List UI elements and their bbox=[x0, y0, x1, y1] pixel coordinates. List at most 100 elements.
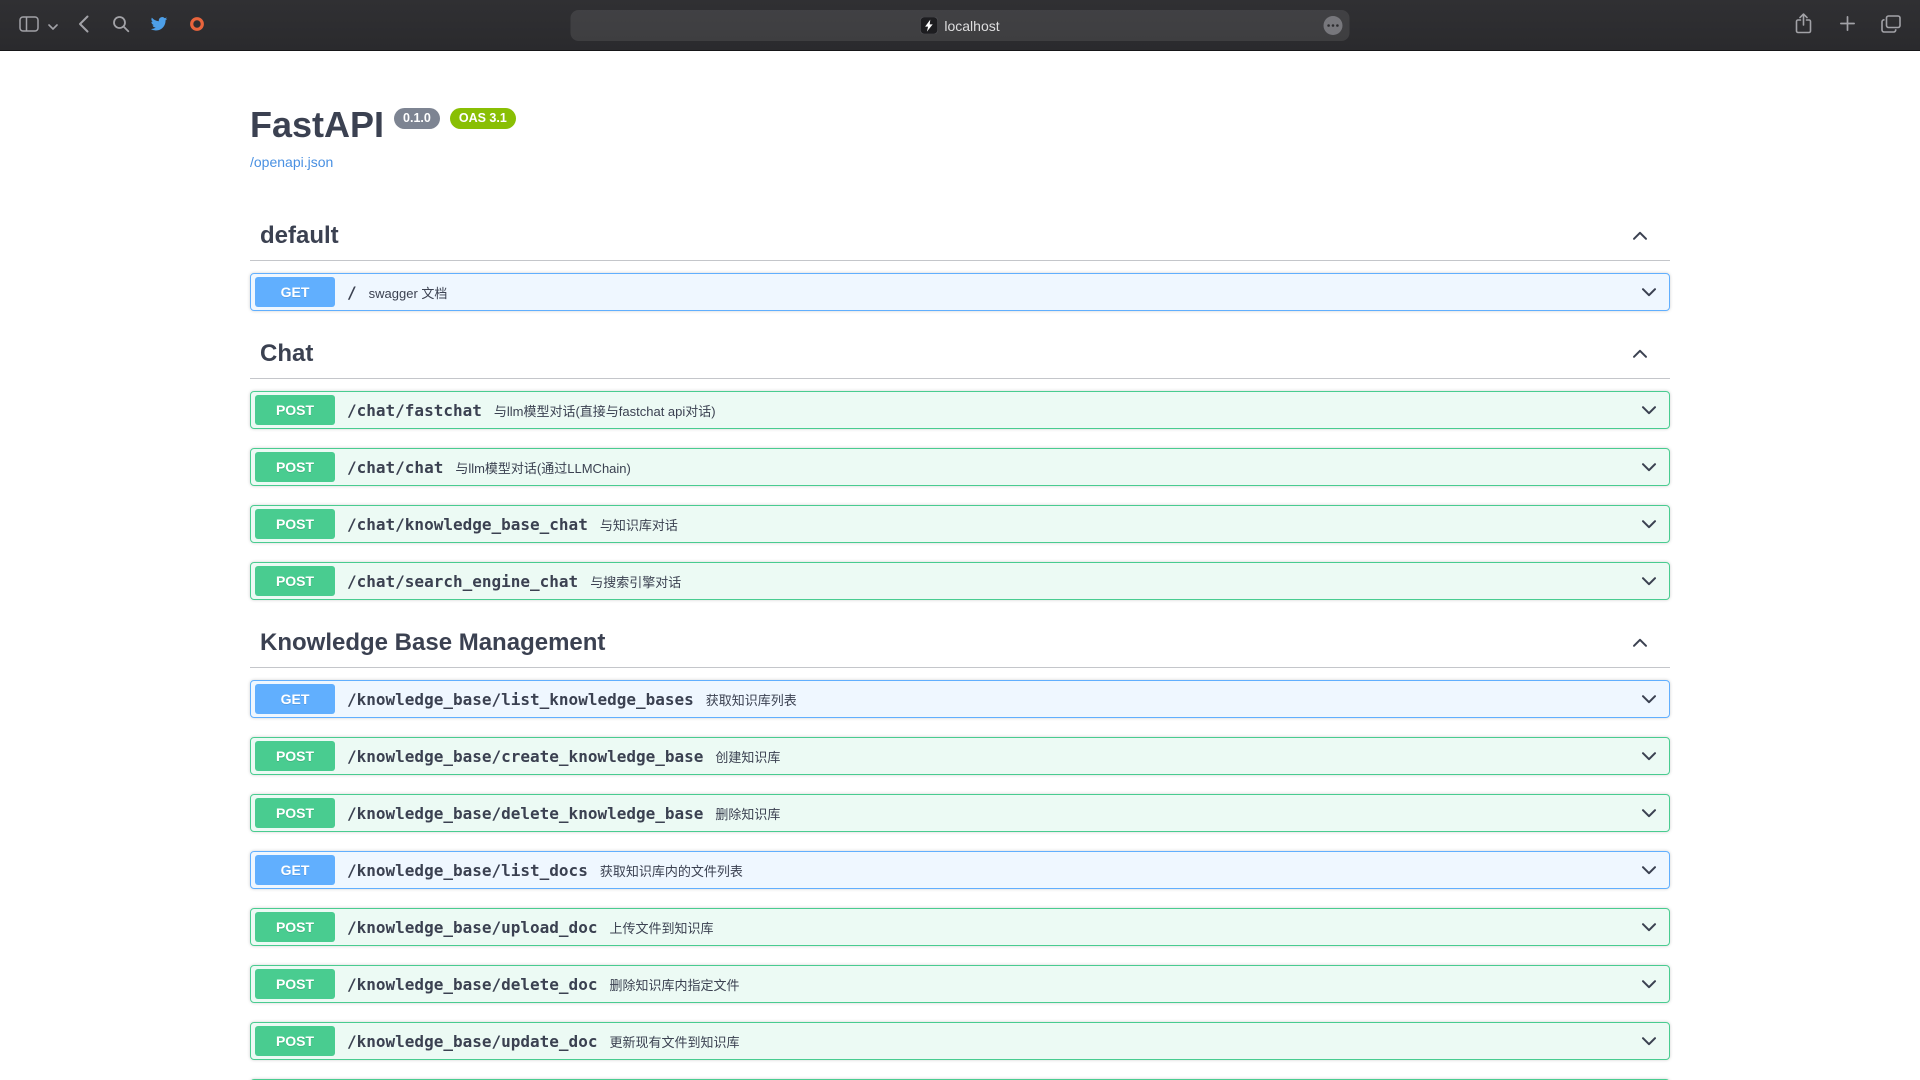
api-info: FastAPI 0.1.0 OAS 3.1 /openapi.json bbox=[250, 51, 1670, 172]
section-title: Knowledge Base Management bbox=[260, 629, 1630, 657]
operation-row[interactable]: POST /chat/knowledge_base_chat 与知识库对话 bbox=[250, 505, 1670, 543]
section-header[interactable]: Knowledge Base Management bbox=[250, 619, 1670, 668]
pinned-tab-orange-button[interactable] bbox=[180, 10, 214, 40]
op-desc: 上传文件到知识库 bbox=[609, 918, 713, 937]
pinned-tab-blue-button[interactable] bbox=[142, 10, 176, 40]
operation-summary[interactable]: GET /knowledge_base/list_docs 获取知识库内的文件列… bbox=[251, 852, 1669, 888]
operation-row[interactable]: POST /knowledge_base/create_knowledge_ba… bbox=[250, 737, 1670, 775]
method-badge: GET bbox=[255, 855, 335, 885]
operation-row[interactable]: GET /knowledge_base/list_knowledge_bases… bbox=[250, 680, 1670, 718]
tab-overview-button[interactable] bbox=[1874, 10, 1908, 40]
plus-icon bbox=[1839, 15, 1856, 35]
search-button[interactable] bbox=[104, 10, 138, 40]
operation-summary[interactable]: POST /chat/chat 与llm模型对话(通过LLMChain) bbox=[251, 449, 1669, 485]
expand-operation-icon[interactable] bbox=[1639, 746, 1659, 766]
op-desc: 更新现有文件到知识库 bbox=[609, 1032, 739, 1051]
orange-ring-favicon-icon bbox=[189, 16, 205, 35]
expand-operation-icon[interactable] bbox=[1639, 571, 1659, 591]
operation-summary[interactable]: POST /knowledge_base/delete_knowledge_ba… bbox=[251, 795, 1669, 831]
collapse-section-icon[interactable] bbox=[1630, 633, 1650, 653]
op-path: /knowledge_base/upload_doc bbox=[347, 918, 597, 937]
page-menu-button[interactable] bbox=[1324, 16, 1343, 35]
address-bar[interactable]: localhost bbox=[571, 10, 1350, 41]
operation-row[interactable]: POST /knowledge_base/upload_doc 上传文件到知识库 bbox=[250, 908, 1670, 946]
expand-operation-icon[interactable] bbox=[1639, 282, 1659, 302]
operation-summary[interactable]: POST /knowledge_base/delete_doc 删除知识库内指定… bbox=[251, 966, 1669, 1002]
expand-operation-icon[interactable] bbox=[1639, 514, 1659, 534]
operation-summary[interactable]: POST /knowledge_base/upload_doc 上传文件到知识库 bbox=[251, 909, 1669, 945]
op-path: /knowledge_base/delete_doc bbox=[347, 975, 597, 994]
operation-summary[interactable]: GET /knowledge_base/list_knowledge_bases… bbox=[251, 681, 1669, 717]
op-path: /knowledge_base/create_knowledge_base bbox=[347, 747, 703, 766]
op-desc: 删除知识库内指定文件 bbox=[609, 975, 739, 994]
api-tag-section: Knowledge Base Management GET /knowledge… bbox=[250, 619, 1670, 1080]
operation-row[interactable]: GET / swagger 文档 bbox=[250, 273, 1670, 311]
expand-operation-icon[interactable] bbox=[1639, 1031, 1659, 1051]
operation-row[interactable]: GET /knowledge_base/list_docs 获取知识库内的文件列… bbox=[250, 851, 1670, 889]
method-badge: POST bbox=[255, 509, 335, 539]
operation-row[interactable]: POST /chat/chat 与llm模型对话(通过LLMChain) bbox=[250, 448, 1670, 486]
method-badge: POST bbox=[255, 395, 335, 425]
operation-summary[interactable]: POST /chat/search_engine_chat 与搜索引擎对话 bbox=[251, 563, 1669, 599]
op-desc: 删除知识库 bbox=[715, 804, 780, 823]
method-badge: POST bbox=[255, 798, 335, 828]
op-desc: 与llm模型对话(直接与fastchat api对话) bbox=[494, 401, 716, 420]
version-badge: 0.1.0 bbox=[394, 108, 440, 129]
operation-row[interactable]: POST /chat/search_engine_chat 与搜索引擎对话 bbox=[250, 562, 1670, 600]
op-path: /knowledge_base/update_doc bbox=[347, 1032, 597, 1051]
method-badge: GET bbox=[255, 277, 335, 307]
operation-row[interactable]: POST /knowledge_base/update_doc 更新现有文件到知… bbox=[250, 1022, 1670, 1060]
new-tab-button[interactable] bbox=[1830, 10, 1864, 40]
op-desc: 与知识库对话 bbox=[600, 515, 678, 534]
section-rows: GET / swagger 文档 bbox=[250, 273, 1670, 311]
openapi-spec-link[interactable]: /openapi.json bbox=[250, 154, 333, 170]
operation-summary[interactable]: POST /knowledge_base/update_doc 更新现有文件到知… bbox=[251, 1023, 1669, 1059]
back-button[interactable] bbox=[66, 10, 100, 40]
op-path: /knowledge_base/list_knowledge_bases bbox=[347, 690, 694, 709]
method-badge: POST bbox=[255, 741, 335, 771]
section-header[interactable]: default bbox=[250, 212, 1670, 261]
expand-operation-icon[interactable] bbox=[1639, 974, 1659, 994]
operation-summary[interactable]: GET / swagger 文档 bbox=[251, 274, 1669, 310]
api-title: FastAPI bbox=[250, 105, 384, 145]
api-tag-section: Chat POST /chat/fastchat 与llm模型对话(直接与fas… bbox=[250, 330, 1670, 600]
expand-operation-icon[interactable] bbox=[1639, 689, 1659, 709]
chevron-down-icon bbox=[48, 18, 58, 33]
address-text: localhost bbox=[944, 18, 999, 34]
expand-operation-icon[interactable] bbox=[1639, 400, 1659, 420]
op-desc: 与llm模型对话(通过LLMChain) bbox=[455, 458, 631, 477]
sidebar-icon bbox=[19, 16, 39, 35]
api-title-row: FastAPI 0.1.0 OAS 3.1 bbox=[250, 105, 1670, 145]
site-favicon-bolt-icon bbox=[920, 17, 937, 34]
search-icon bbox=[112, 15, 130, 36]
back-icon bbox=[78, 15, 89, 36]
operation-summary[interactable]: POST /knowledge_base/create_knowledge_ba… bbox=[251, 738, 1669, 774]
section-title: default bbox=[260, 222, 1630, 250]
section-header[interactable]: Chat bbox=[250, 330, 1670, 379]
operation-row[interactable]: POST /chat/fastchat 与llm模型对话(直接与fastchat… bbox=[250, 391, 1670, 429]
op-path: /knowledge_base/list_docs bbox=[347, 861, 588, 880]
oas-badge: OAS 3.1 bbox=[450, 108, 516, 129]
op-path: /chat/knowledge_base_chat bbox=[347, 515, 588, 534]
section-rows: GET /knowledge_base/list_knowledge_bases… bbox=[250, 680, 1670, 1080]
expand-operation-icon[interactable] bbox=[1639, 860, 1659, 880]
expand-operation-icon[interactable] bbox=[1639, 917, 1659, 937]
method-badge: POST bbox=[255, 969, 335, 999]
browser-toolbar: localhost bbox=[0, 0, 1920, 51]
sidebar-menu-button[interactable] bbox=[44, 10, 62, 40]
api-sections: default GET / swagger 文档 Chat POST /ch bbox=[250, 212, 1670, 1080]
method-badge: POST bbox=[255, 1026, 335, 1056]
collapse-section-icon[interactable] bbox=[1630, 344, 1650, 364]
collapse-section-icon[interactable] bbox=[1630, 226, 1650, 246]
expand-operation-icon[interactable] bbox=[1639, 803, 1659, 823]
blue-bird-favicon-icon bbox=[150, 16, 168, 34]
section-title: Chat bbox=[260, 340, 1630, 368]
expand-operation-icon[interactable] bbox=[1639, 457, 1659, 477]
sidebar-toggle-button[interactable] bbox=[12, 10, 46, 40]
operation-row[interactable]: POST /knowledge_base/delete_knowledge_ba… bbox=[250, 794, 1670, 832]
operation-summary[interactable]: POST /chat/fastchat 与llm模型对话(直接与fastchat… bbox=[251, 392, 1669, 428]
operation-row[interactable]: POST /knowledge_base/delete_doc 删除知识库内指定… bbox=[250, 965, 1670, 1003]
operation-summary[interactable]: POST /chat/knowledge_base_chat 与知识库对话 bbox=[251, 506, 1669, 542]
share-button[interactable] bbox=[1786, 10, 1820, 40]
swagger-page: FastAPI 0.1.0 OAS 3.1 /openapi.json defa… bbox=[0, 51, 1920, 1080]
